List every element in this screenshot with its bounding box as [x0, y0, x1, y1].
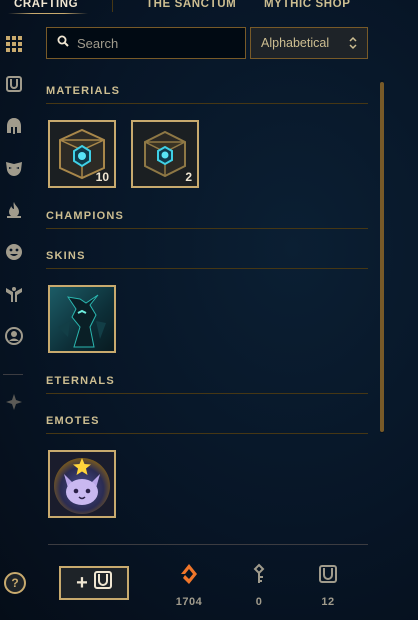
currency-orange-essence: 1704 [159, 562, 219, 608]
skin-mask-icon[interactable] [4, 158, 24, 178]
search-icon [57, 34, 69, 52]
currency-value: 0 [255, 596, 263, 608]
chest-icon [298, 562, 358, 586]
emote-face-icon[interactable] [4, 242, 24, 262]
tab-the-sanctum[interactable]: THE SANCTUM [146, 0, 236, 10]
tab-crafting[interactable]: CRAFTING [14, 0, 78, 10]
orange-essence-icon [159, 562, 219, 586]
currency-value: 12 [321, 596, 335, 608]
tab-divider [112, 0, 113, 12]
tab-mythic-shop[interactable]: MYTHIC SHOP [264, 0, 350, 10]
currency-keys: 0 [229, 562, 289, 608]
key-icon [229, 562, 289, 586]
bunny-emote-art [50, 452, 114, 516]
plus-label: + [76, 571, 88, 594]
section-title-eternals: ETERNALS [46, 375, 368, 394]
item-count: 2 [185, 170, 192, 184]
eternals-icon[interactable] [4, 392, 24, 412]
champion-helmet-icon[interactable] [4, 116, 24, 136]
loot-tile-masterwork-chest[interactable]: 2 [131, 120, 199, 188]
loot-tile-emote[interactable] [48, 450, 116, 518]
ward-flame-icon[interactable] [4, 200, 24, 220]
profile-icon[interactable] [4, 326, 24, 346]
chest-icon[interactable] [4, 74, 24, 94]
sort-selected-label: Alphabetical [261, 36, 330, 50]
currency-chests: 12 [298, 562, 358, 608]
summoner-icon-wings[interactable] [4, 284, 24, 304]
section-title-champions: CHAMPIONS [46, 210, 368, 229]
footer-divider [48, 544, 368, 545]
search-box[interactable] [46, 27, 246, 59]
scrollbar-thumb[interactable] [380, 82, 384, 432]
search-input[interactable] [77, 35, 237, 51]
section-title-emotes: EMOTES [46, 415, 368, 434]
section-title-materials: MATERIALS [46, 85, 368, 104]
currency-value: 1704 [175, 596, 203, 608]
help-button[interactable]: ? [4, 572, 26, 594]
grid-icon[interactable] [4, 34, 24, 54]
chest-icon [93, 571, 112, 595]
chevron-updown-icon [349, 36, 357, 53]
sort-dropdown[interactable]: Alphabetical [250, 27, 368, 59]
category-rail [0, 28, 28, 620]
section-title-skins: SKINS [46, 250, 368, 269]
loot-tile-skin[interactable] [48, 285, 116, 353]
add-chest-button[interactable]: + [59, 566, 129, 600]
active-tab-underline [8, 13, 88, 14]
rail-divider [3, 374, 23, 375]
item-count: 10 [95, 170, 109, 184]
loot-tile-hextech-chest[interactable]: 10 [48, 120, 116, 188]
skin-splash-art [50, 287, 114, 351]
top-nav: CRAFTING THE SANCTUM MYTHIC SHOP [0, 0, 418, 14]
